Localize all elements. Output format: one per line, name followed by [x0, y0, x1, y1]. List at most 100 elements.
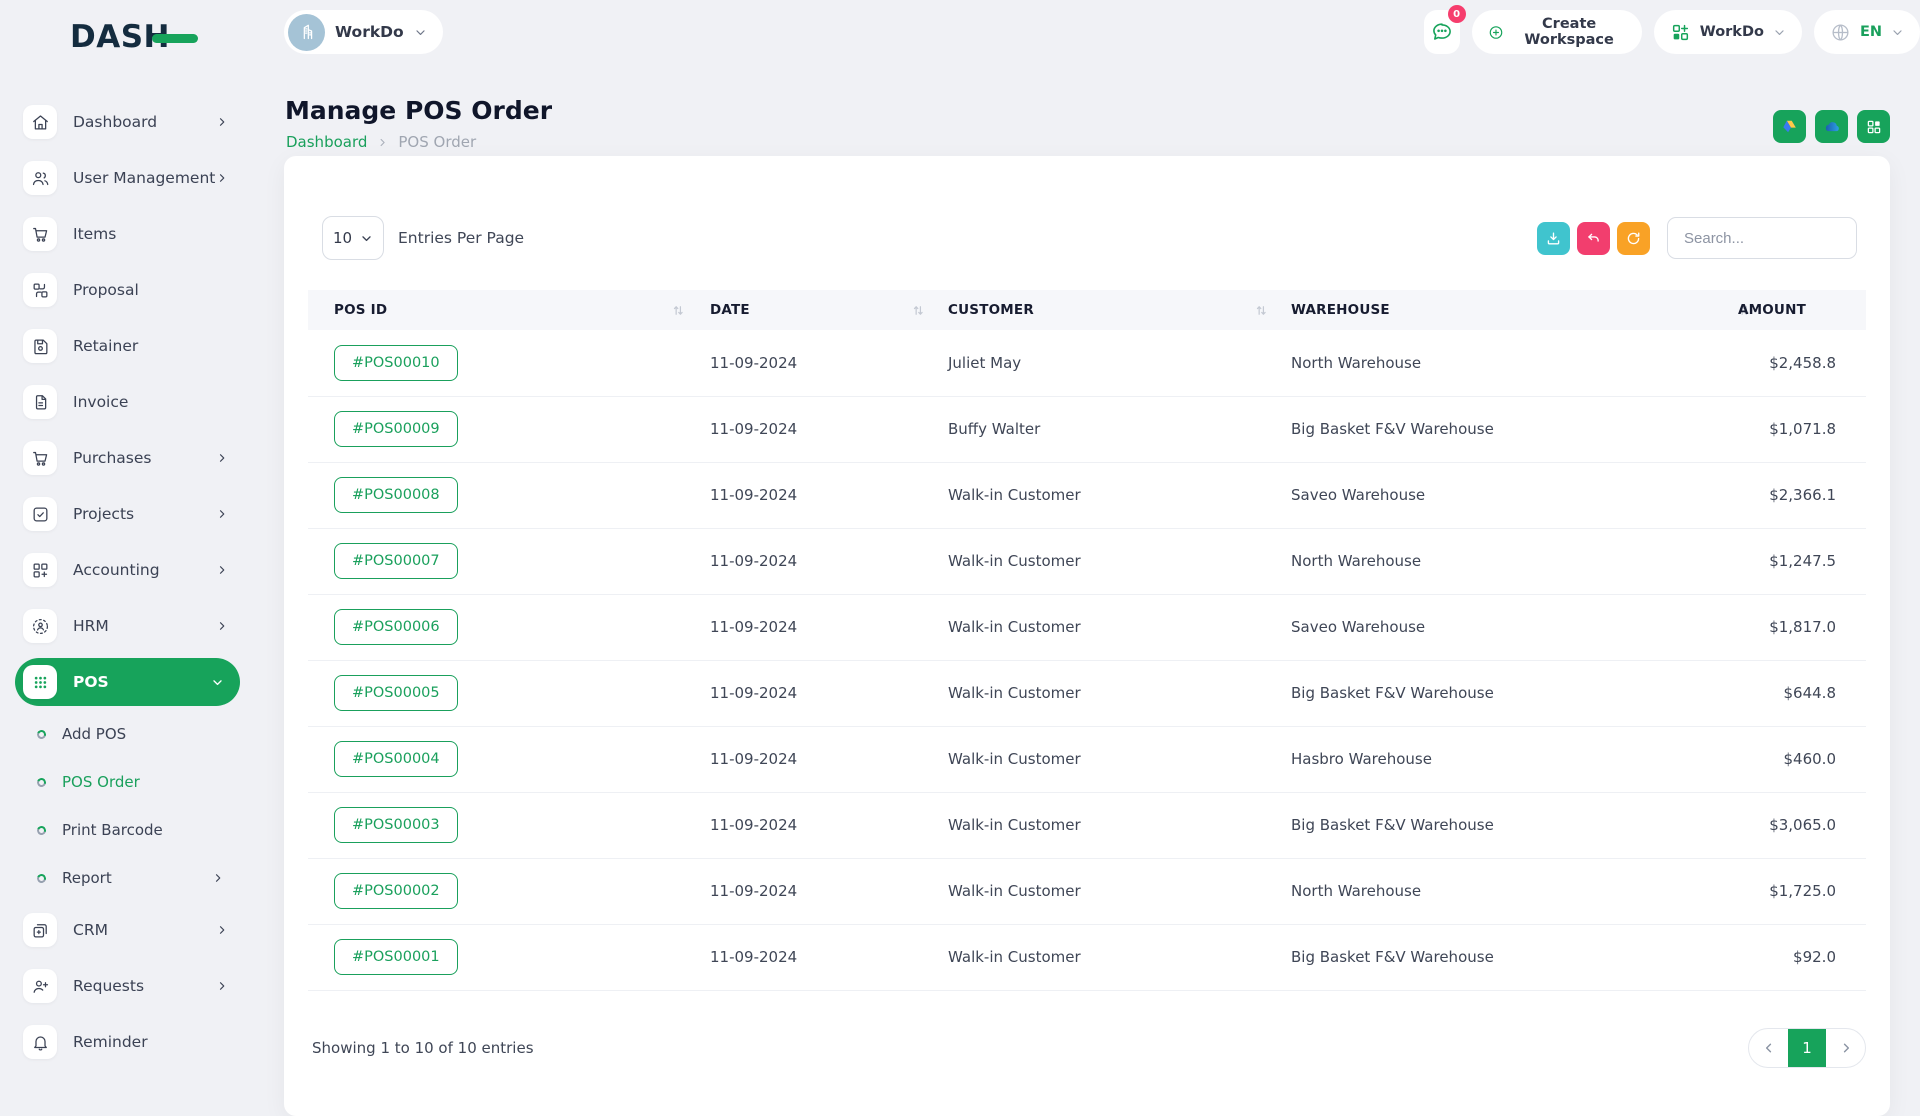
chevron-down-icon — [1891, 26, 1904, 39]
amount-cell: $2,366.1 — [1768, 462, 1866, 528]
sidebar-item-pos[interactable]: POS — [15, 658, 240, 706]
pos-id-badge[interactable]: #POS00008 — [334, 477, 458, 513]
export-button[interactable] — [1537, 222, 1570, 255]
pos-id-badge[interactable]: #POS00006 — [334, 609, 458, 645]
chevron-left-icon — [1762, 1041, 1776, 1055]
reset-button[interactable] — [1577, 222, 1610, 255]
create-workspace-label: Create Workspace — [1513, 16, 1626, 48]
pagination-page-1[interactable]: 1 — [1788, 1028, 1826, 1068]
warehouse-cell: Big Basket F&V Warehouse — [1285, 924, 1768, 990]
grid-apps-button[interactable] — [1857, 110, 1890, 143]
date-cell: 11-09-2024 — [702, 594, 942, 660]
amount-cell: $1,817.0 — [1768, 594, 1866, 660]
google-drive-icon — [1780, 117, 1799, 136]
pos-id-badge[interactable]: #POS00009 — [334, 411, 458, 447]
chevron-right-icon — [216, 924, 228, 936]
chevron-right-icon — [216, 172, 228, 184]
cart-icon — [23, 217, 57, 251]
column-header-date: DATE — [710, 302, 750, 318]
sidebar-item-crm[interactable]: CRM — [0, 902, 260, 958]
sidebar-item-invoice[interactable]: Invoice — [0, 374, 260, 430]
pos-id-badge[interactable]: #POS00007 — [334, 543, 458, 579]
date-cell: 11-09-2024 — [702, 396, 942, 462]
customer-cell: Walk-in Customer — [942, 660, 1285, 726]
refresh-button[interactable] — [1617, 222, 1650, 255]
customer-cell: Walk-in Customer — [942, 858, 1285, 924]
sidebar-item-items[interactable]: Items — [0, 206, 260, 262]
warehouse-cell: North Warehouse — [1285, 528, 1768, 594]
language-code: EN — [1860, 24, 1882, 40]
pos-id-badge[interactable]: #POS00010 — [334, 345, 458, 381]
chevron-down-icon — [1773, 26, 1786, 39]
language-selector[interactable]: EN — [1814, 10, 1920, 54]
amount-cell: $2,458.8 — [1768, 330, 1866, 396]
file-invoice-icon — [23, 385, 57, 419]
chat-button[interactable]: 0 — [1424, 10, 1460, 54]
sidebar-item-retainer[interactable]: Retainer — [0, 318, 260, 374]
date-cell: 11-09-2024 — [702, 462, 942, 528]
sort-icon[interactable] — [1255, 304, 1267, 317]
sidebar-item-dashboard[interactable]: Dashboard — [0, 94, 260, 150]
pos-order-table: POS ID DATE CUSTOMER WAREHOUSE AMOUNT #P… — [308, 290, 1866, 991]
sidebar-item-purchases[interactable]: Purchases — [0, 430, 260, 486]
sidebar-item-proposal[interactable]: Proposal — [0, 262, 260, 318]
table-row: #POS00009 11-09-2024 Buffy Walter Big Ba… — [308, 396, 1866, 462]
pos-id-badge[interactable]: #POS00002 — [334, 873, 458, 909]
chevron-right-icon — [216, 980, 228, 992]
bullet-icon — [36, 872, 48, 884]
workspace-selector[interactable]: WorkDo — [284, 10, 443, 54]
warehouse-cell: Big Basket F&V Warehouse — [1285, 792, 1768, 858]
chevron-right-icon — [216, 508, 228, 520]
create-workspace-button[interactable]: Create Workspace — [1472, 10, 1642, 54]
onedrive-button[interactable] — [1815, 110, 1848, 143]
workspace-name: WorkDo — [335, 23, 404, 41]
date-cell: 11-09-2024 — [702, 660, 942, 726]
pagination: 1 — [1748, 1028, 1866, 1068]
sidebar-item-accounting[interactable]: Accounting — [0, 542, 260, 598]
pos-id-badge[interactable]: #POS00004 — [334, 741, 458, 777]
breadcrumb-current: POS Order — [398, 133, 476, 151]
sort-icon[interactable] — [672, 304, 684, 317]
pos-id-badge[interactable]: #POS00003 — [334, 807, 458, 843]
sidebar-subitem-report[interactable]: Report — [0, 854, 260, 902]
plus-circle-icon — [1488, 22, 1504, 43]
sidebar-item-user-management[interactable]: User Management — [0, 150, 260, 206]
customer-cell: Walk-in Customer — [942, 528, 1285, 594]
date-cell: 11-09-2024 — [702, 924, 942, 990]
table-row: #POS00003 11-09-2024 Walk-in Customer Bi… — [308, 792, 1866, 858]
grid-apps-icon — [1865, 118, 1883, 136]
pos-id-badge[interactable]: #POS00005 — [334, 675, 458, 711]
chevron-right-icon — [216, 452, 228, 464]
pagination-prev-button[interactable] — [1749, 1028, 1788, 1068]
workspace-menu-button[interactable]: WorkDo — [1654, 10, 1802, 54]
workdo-grid-icon — [1670, 22, 1691, 43]
entries-per-page-label: Entries Per Page — [398, 229, 524, 247]
chat-badge: 0 — [1448, 5, 1466, 23]
cart-icon — [23, 441, 57, 475]
search-input[interactable] — [1667, 217, 1857, 259]
app-logo[interactable]: DASH — [70, 22, 198, 53]
sidebar-item-projects[interactable]: Projects — [0, 486, 260, 542]
date-cell: 11-09-2024 — [702, 792, 942, 858]
grid-dots-icon — [23, 665, 57, 699]
entries-per-page-select[interactable]: 10 — [322, 216, 384, 260]
column-header-customer: CUSTOMER — [948, 302, 1034, 318]
sort-icon[interactable] — [912, 304, 924, 317]
sidebar-subitem-pos-order[interactable]: POS Order — [0, 758, 260, 806]
pos-id-badge[interactable]: #POS00001 — [334, 939, 458, 975]
amount-cell: $3,065.0 — [1768, 792, 1866, 858]
chevron-down-icon — [414, 26, 427, 39]
sidebar-subitem-add-pos[interactable]: Add POS — [0, 710, 260, 758]
sidebar-item-requests[interactable]: Requests — [0, 958, 260, 1014]
sidebar-subitem-print-barcode[interactable]: Print Barcode — [0, 806, 260, 854]
breadcrumb-dashboard-link[interactable]: Dashboard — [286, 133, 367, 151]
page-title: Manage POS Order — [285, 96, 552, 125]
google-drive-button[interactable] — [1773, 110, 1806, 143]
bell-icon — [23, 1025, 57, 1059]
pagination-next-button[interactable] — [1826, 1028, 1865, 1068]
sidebar-item-hrm[interactable]: HRM — [0, 598, 260, 654]
table-row: #POS00007 11-09-2024 Walk-in Customer No… — [308, 528, 1866, 594]
customer-cell: Buffy Walter — [942, 396, 1285, 462]
sidebar-item-reminder[interactable]: Reminder — [0, 1014, 260, 1070]
amount-cell: $1,247.5 — [1768, 528, 1866, 594]
